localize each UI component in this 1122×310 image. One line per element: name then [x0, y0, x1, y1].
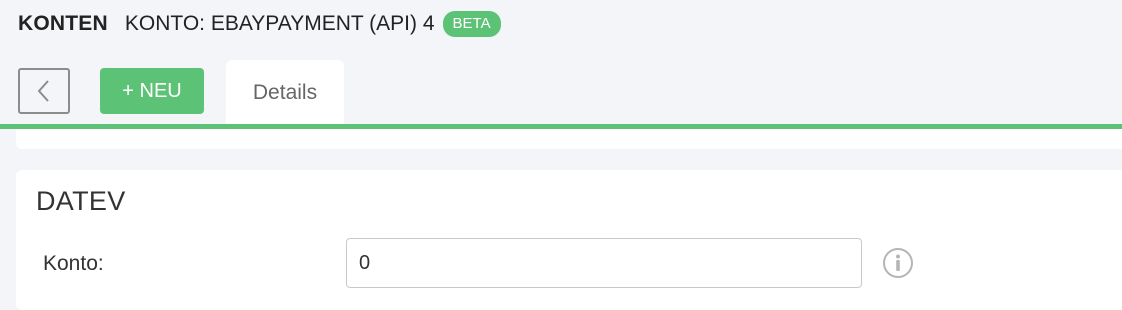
chevron-left-icon: [37, 80, 49, 102]
beta-badge: BETA: [442, 11, 501, 37]
previous-section-card: [16, 129, 1122, 149]
tab-details[interactable]: Details: [226, 60, 344, 126]
konto-input[interactable]: [346, 238, 862, 288]
back-button[interactable]: [18, 68, 70, 114]
section-title: DATEV: [36, 186, 126, 216]
page-title: KONTO: EBAYPAYMENT (API) 4: [124, 12, 435, 35]
konto-label: Konto:: [43, 252, 104, 275]
info-icon[interactable]: [882, 247, 914, 279]
module-title: KONTEN: [18, 12, 108, 35]
new-button[interactable]: + NEU: [100, 68, 204, 114]
datev-section: DATEV Konto:: [16, 170, 1122, 310]
page-header: KONTEN KONTO: EBAYPAYMENT (API) 4 BETA: [18, 10, 501, 38]
